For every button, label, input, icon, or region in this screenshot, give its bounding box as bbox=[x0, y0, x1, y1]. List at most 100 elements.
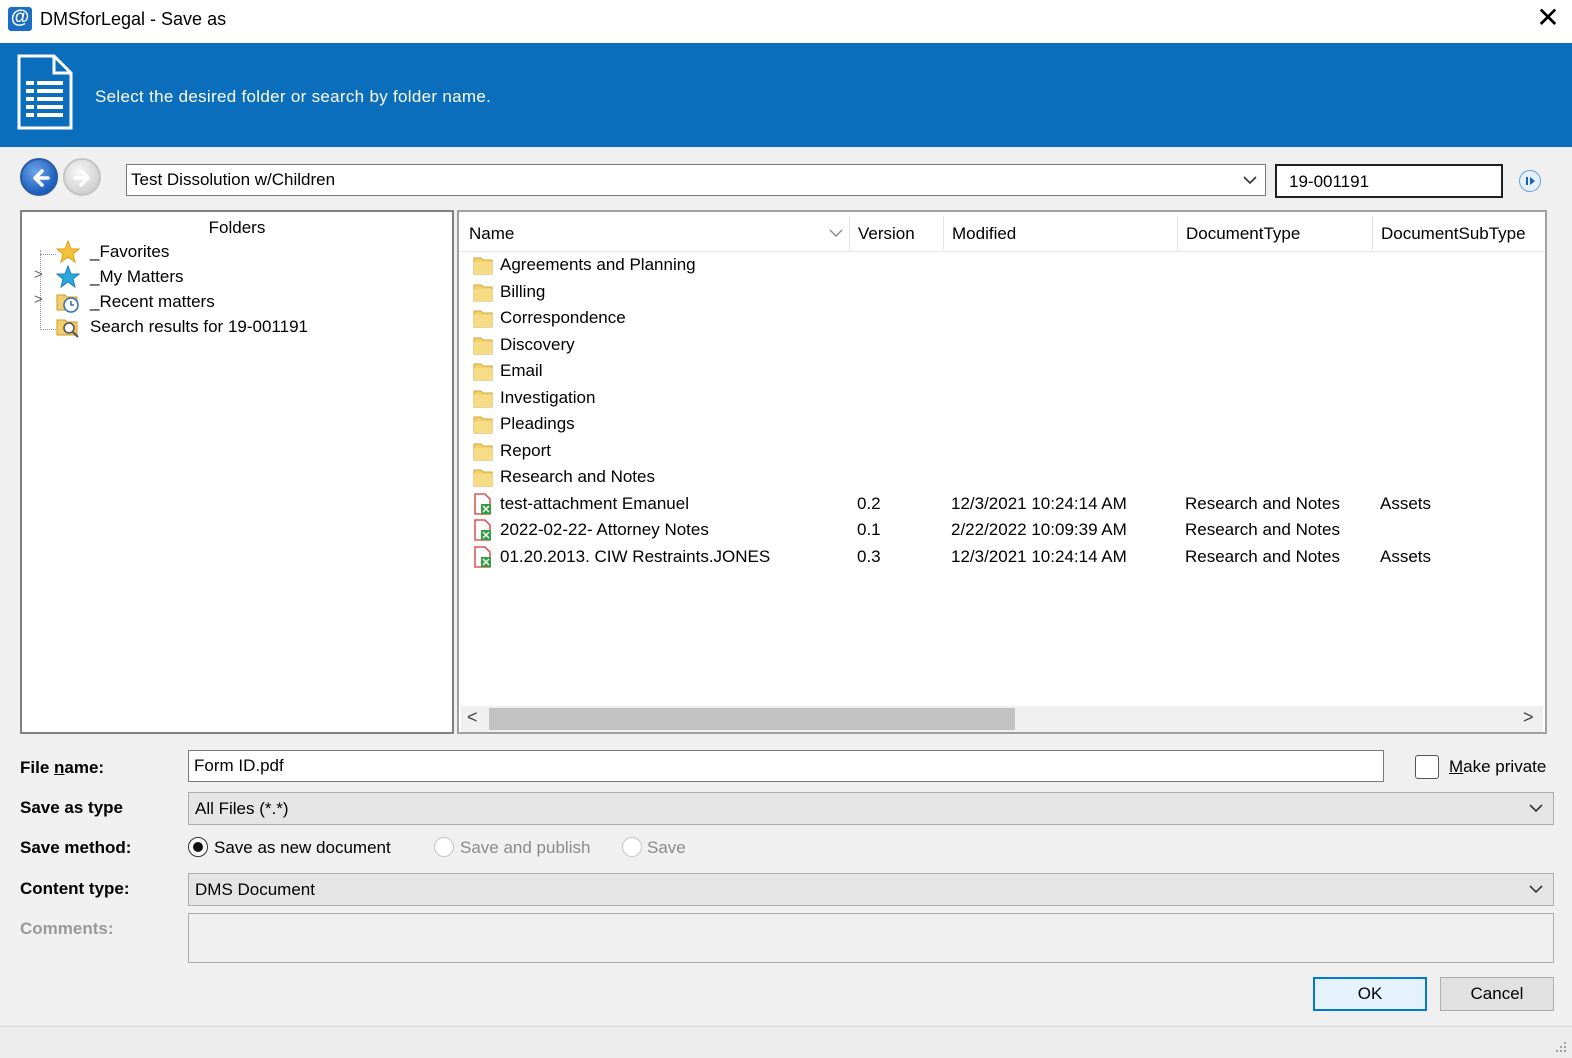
folder-icon bbox=[473, 360, 493, 382]
comments-textarea bbox=[188, 913, 1554, 963]
folder-icon bbox=[473, 387, 493, 409]
column-header-version[interactable]: Version bbox=[858, 224, 915, 244]
arrow-right-icon bbox=[73, 169, 90, 187]
window-title: DMSforLegal - Save as bbox=[40, 9, 227, 29]
save-as-type-select[interactable]: All Files (*.*) bbox=[188, 792, 1554, 825]
tree-item-favorites[interactable]: _Favorites bbox=[22, 240, 452, 265]
list-row-document[interactable]: test-attachment Emanuel 0.2 12/3/2021 10:2… bbox=[459, 491, 1545, 517]
row-name: Agreements and Planning bbox=[500, 255, 696, 274]
resize-grip-icon[interactable] bbox=[1554, 1040, 1568, 1054]
row-name: Billing bbox=[500, 281, 546, 301]
make-private-label[interactable]: Make private bbox=[1449, 757, 1546, 777]
arrow-left-icon bbox=[33, 169, 50, 187]
tree-header: Folders bbox=[208, 218, 266, 237]
row-name: test-attachment Emanuel bbox=[500, 493, 689, 513]
row-name: Report bbox=[500, 440, 552, 460]
row-name: Correspondence bbox=[500, 308, 626, 327]
column-header-document-type[interactable]: DocumentType bbox=[1186, 224, 1300, 244]
document-icon bbox=[17, 54, 73, 130]
file-name-label: File name: bbox=[20, 758, 105, 777]
tree-item-label: _Favorites bbox=[90, 242, 170, 261]
content-type-value: DMS Document bbox=[195, 880, 315, 899]
row-document-type: Research and Notes bbox=[1185, 493, 1340, 513]
folder-icon bbox=[473, 334, 493, 356]
row-document-subtype: Assets bbox=[1380, 546, 1432, 566]
document-list: Name Version Modified DocumentType Docum… bbox=[457, 210, 1547, 734]
play-icon bbox=[1526, 177, 1535, 185]
content-type-select[interactable]: DMS Document bbox=[188, 873, 1554, 906]
save-as-type-value: All Files (*.*) bbox=[195, 799, 289, 818]
folder-icon bbox=[473, 466, 493, 488]
save-as-type-label: Save as type bbox=[20, 798, 124, 817]
search-go-button[interactable] bbox=[1519, 170, 1541, 192]
column-header-document-subtype[interactable]: DocumentSubType bbox=[1381, 224, 1526, 244]
column-divider[interactable] bbox=[943, 216, 944, 250]
column-divider[interactable] bbox=[1177, 216, 1178, 250]
save-radio[interactable] bbox=[622, 837, 642, 857]
folder-icon bbox=[473, 440, 493, 462]
star-icon bbox=[56, 240, 80, 264]
chevron-right-icon[interactable]: > bbox=[34, 266, 43, 283]
row-name: Investigation bbox=[500, 387, 596, 407]
tree-item-label: _My Matters bbox=[90, 267, 184, 286]
row-name: Research and Notes bbox=[500, 467, 655, 486]
save-label[interactable]: Save bbox=[647, 838, 686, 858]
chevron-down-icon[interactable] bbox=[1241, 169, 1259, 191]
tree-item-recent-matters[interactable]: > _Recent matters bbox=[22, 290, 452, 315]
list-row-folder[interactable]: Discovery bbox=[459, 332, 1545, 358]
tree-item-my-matters[interactable]: > _My Matters bbox=[22, 265, 452, 290]
row-version: 0.2 bbox=[857, 493, 881, 513]
row-document-type: Research and Notes bbox=[1185, 546, 1340, 566]
status-bar bbox=[0, 1026, 1572, 1058]
list-row-folder[interactable]: Email bbox=[459, 358, 1545, 384]
row-modified: 12/3/2021 10:24:14 AM bbox=[951, 546, 1127, 566]
location-combo[interactable]: Test Dissolution w/Children bbox=[126, 164, 1266, 196]
chevron-down-icon bbox=[1529, 804, 1543, 813]
row-name: Email bbox=[500, 361, 543, 380]
list-row-document[interactable]: 01.20.2013. CIW Restraints.JONES 0.3 12/3/… bbox=[459, 544, 1545, 570]
row-name: 01.20.2013. CIW Restraints.JONES bbox=[500, 546, 771, 566]
list-row-folder[interactable]: Billing bbox=[459, 279, 1545, 305]
save-and-publish-label[interactable]: Save and publish bbox=[460, 838, 590, 858]
row-modified: 2/22/2022 10:09:39 AM bbox=[951, 520, 1127, 539]
folder-search-input[interactable]: 19-001191 bbox=[1275, 164, 1503, 198]
ok-button[interactable]: OK bbox=[1313, 977, 1427, 1011]
scrollbar-thumb[interactable] bbox=[489, 708, 1015, 730]
horizontal-scrollbar[interactable]: < > bbox=[461, 706, 1543, 732]
close-icon[interactable]: ✕ bbox=[1533, 4, 1563, 34]
list-row-folder[interactable]: Investigation bbox=[459, 385, 1545, 411]
list-row-folder[interactable]: Agreements and Planning bbox=[459, 252, 1545, 278]
row-modified: 12/3/2021 10:24:14 AM bbox=[951, 493, 1127, 513]
column-divider[interactable] bbox=[849, 216, 850, 250]
list-row-folder[interactable]: Report bbox=[459, 438, 1545, 464]
cancel-button[interactable]: Cancel bbox=[1440, 977, 1554, 1011]
back-button[interactable] bbox=[20, 158, 58, 196]
file-name-input[interactable]: Form ID.pdf bbox=[188, 750, 1384, 782]
list-row-folder[interactable]: Pleadings bbox=[459, 411, 1545, 437]
column-divider[interactable] bbox=[1372, 216, 1373, 250]
pdf-document-icon bbox=[473, 492, 493, 515]
list-row-folder[interactable]: Research and Notes bbox=[459, 464, 1545, 490]
comments-label: Comments: bbox=[20, 919, 114, 938]
forward-button[interactable] bbox=[63, 158, 101, 196]
scroll-right-icon[interactable]: > bbox=[1523, 707, 1534, 728]
folder-tree: Folders _Favorites > _My Matters > _Rece… bbox=[20, 210, 454, 734]
tree-item-search-results[interactable]: Search results for 19-001191 bbox=[22, 315, 452, 340]
list-header: Name Version Modified DocumentType Docum… bbox=[459, 212, 1545, 252]
make-private-checkbox[interactable] bbox=[1415, 755, 1439, 779]
column-header-modified[interactable]: Modified bbox=[952, 224, 1016, 244]
save-new-document-label[interactable]: Save as new document bbox=[214, 838, 391, 858]
chevron-right-icon[interactable]: > bbox=[34, 291, 43, 308]
row-version: 0.3 bbox=[857, 546, 881, 566]
column-header-name[interactable]: Name bbox=[469, 224, 514, 244]
scroll-left-icon[interactable]: < bbox=[467, 707, 478, 728]
save-and-publish-radio[interactable] bbox=[434, 837, 454, 857]
banner-text: Select the desired folder or search by f… bbox=[95, 87, 492, 106]
folder-icon bbox=[473, 413, 493, 435]
pdf-document-icon bbox=[473, 519, 493, 541]
row-version: 0.1 bbox=[857, 520, 881, 539]
tree-item-label: Search results for 19-001191 bbox=[90, 317, 308, 336]
list-row-document[interactable]: 2022-02-22- Attorney Notes 0.1 2/22/2022 1… bbox=[459, 517, 1545, 543]
list-row-folder[interactable]: Correspondence bbox=[459, 305, 1545, 331]
save-new-document-radio[interactable] bbox=[188, 837, 208, 857]
